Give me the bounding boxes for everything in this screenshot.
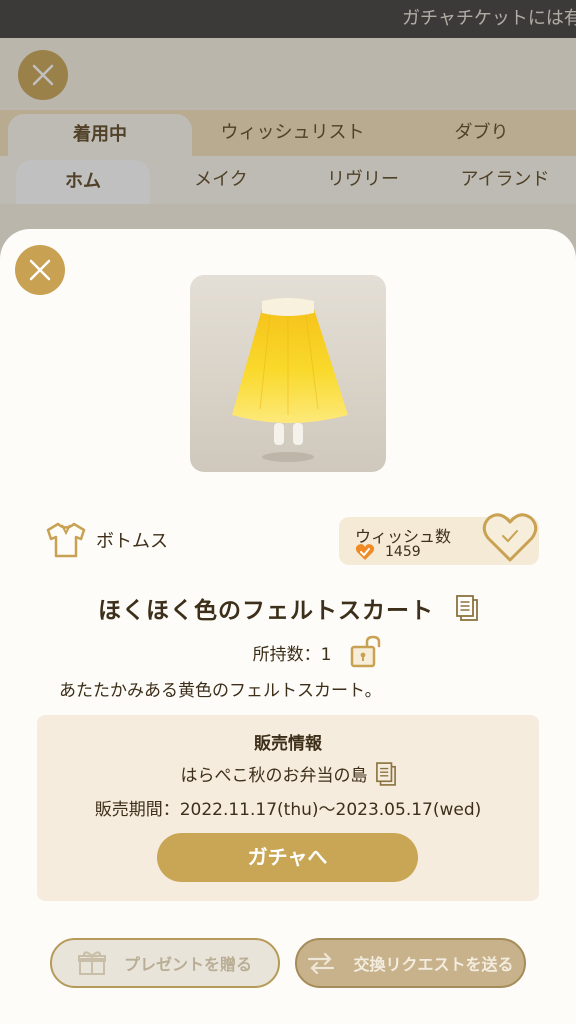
heart-icon: [482, 513, 538, 562]
trade-icon: [308, 952, 335, 975]
sale-island-row: はらぺこ秋のお弁当の島: [37, 761, 539, 786]
item-name: ほくほく色のフェルトスカート: [98, 598, 434, 624]
wish-count-box: ウィッシュ数 1459: [339, 513, 539, 565]
close-icon: [29, 259, 51, 281]
item-image: [190, 275, 386, 472]
wish-count-row: 1459: [355, 543, 421, 561]
send-present-button[interactable]: プレゼントを贈る: [50, 938, 280, 988]
close-button[interactable]: [15, 245, 65, 295]
category-label: ボトムス: [96, 531, 168, 552]
unlock-icon: [351, 635, 381, 668]
gift-icon: [77, 951, 106, 975]
item-category: ボトムス: [44, 521, 168, 559]
send-trade-request-label: 交換リクエストを送る: [353, 955, 514, 974]
send-trade-request-button[interactable]: 交換リクエストを送る: [295, 938, 526, 988]
go-to-gacha-button[interactable]: ガチャへ: [157, 833, 418, 882]
send-present-label: プレゼントを贈る: [123, 955, 252, 974]
item-name-row: ほくほく色のフェルトスカート: [0, 591, 576, 625]
item-description: あたたかみある黄色のフェルトスカート。: [59, 681, 382, 701]
document-icon: [456, 595, 478, 621]
sale-island-name: はらぺこ秋のお弁当の島: [180, 766, 368, 786]
item-detail-sheet: ボトムス ウィッシュ数 1459 ほくほく色のフェルトスカート 所持数：1 あた…: [0, 229, 576, 1024]
lock-toggle[interactable]: [349, 635, 383, 669]
heart-badge-icon: [355, 544, 375, 560]
sale-title: 販売情報: [254, 734, 322, 754]
owned-row: 所持数：1: [0, 635, 576, 669]
wishlist-heart-button[interactable]: [482, 511, 538, 563]
item-detail-button[interactable]: [456, 595, 478, 621]
document-icon: [375, 761, 396, 786]
owned-count: 所持数：1: [252, 644, 332, 665]
sale-info-box: 販売情報 はらぺこ秋のお弁当の島 販売期間：2022.11.17(thu)〜20…: [37, 715, 539, 901]
sale-period: 販売期間：2022.11.17(thu)〜2023.05.17(wed): [94, 800, 482, 820]
shirt-icon: [46, 522, 86, 558]
wish-count: 1459: [385, 544, 421, 560]
island-detail-button[interactable]: [375, 761, 396, 786]
